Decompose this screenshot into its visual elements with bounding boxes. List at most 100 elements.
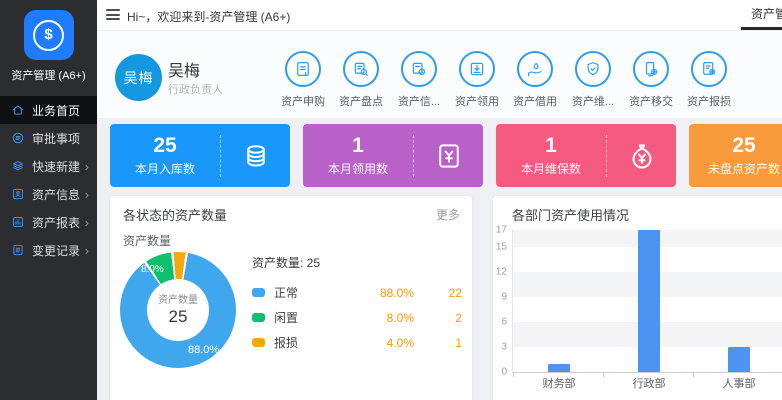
legend-percent: 4.0% bbox=[360, 336, 414, 350]
welcome-text: Hi~，欢迎来到-资产管理 (A6+) bbox=[127, 8, 290, 25]
legend-name: 正常 bbox=[274, 284, 298, 301]
brand-logo-icon: $ bbox=[24, 10, 74, 60]
donut-chart: 8.0% 88.0% 资产数量 25 bbox=[120, 252, 236, 368]
donut-center: 资产数量 25 bbox=[147, 279, 209, 341]
quick-action-label: 资产借用 bbox=[506, 93, 564, 109]
stat-card-value: 1 bbox=[303, 134, 413, 157]
legend-swatch bbox=[252, 313, 265, 322]
chevron-right-icon: › bbox=[85, 160, 89, 173]
asset-info-icon bbox=[11, 187, 25, 201]
x-axis-label: 人事部 bbox=[723, 375, 756, 391]
sidebar-item-label: 资产报表 bbox=[32, 214, 80, 231]
quick-create-icon bbox=[11, 159, 25, 173]
sidebar-item-0[interactable]: 业务首页 bbox=[0, 96, 97, 124]
sidebar-item-4[interactable]: 资产报表 › bbox=[0, 208, 97, 236]
sidebar-item-label: 资产信息 bbox=[32, 186, 80, 203]
brand-title: 资产管理 (A6+) bbox=[0, 67, 97, 83]
tab-asset-management[interactable]: 资产管理 bbox=[741, 0, 782, 30]
quick-action-6[interactable]: 资产移交 bbox=[622, 51, 680, 109]
legend-count: 1 bbox=[414, 336, 462, 350]
user-role: 行政负责人 bbox=[168, 81, 223, 97]
sidebar-item-label: 变更记录 bbox=[32, 242, 80, 259]
quick-action-label: 资产移交 bbox=[622, 93, 680, 109]
x-axis-label: 财务部 bbox=[543, 375, 576, 391]
coins-icon bbox=[241, 141, 271, 171]
asset-status-panel: 各状态的资产数量 更多 资产数量 8.0% 88.0% 资产数量 25 资产数量… bbox=[110, 196, 472, 400]
quick-action-5[interactable]: 资产维... bbox=[564, 51, 622, 109]
chevron-right-icon: › bbox=[85, 188, 89, 201]
dollar-icon: $ bbox=[33, 20, 64, 51]
home-icon bbox=[11, 103, 25, 117]
hamburger-icon[interactable] bbox=[106, 9, 120, 20]
y-axis-tick-label: 3 bbox=[501, 341, 507, 352]
inventory-icon bbox=[352, 60, 370, 78]
quick-action-1[interactable]: 资产盘点 bbox=[332, 51, 390, 109]
sidebar-item-1[interactable]: 审批事项 bbox=[0, 124, 97, 152]
more-link[interactable]: 更多 bbox=[436, 206, 460, 223]
legend-percent: 8.0% bbox=[360, 311, 414, 325]
quick-action-3[interactable]: 资产领用 bbox=[448, 51, 506, 109]
legend-name: 闲置 bbox=[274, 309, 298, 326]
dept-usage-panel: 各部门资产使用情况 0369121517 财务部行政部人事部 bbox=[493, 196, 782, 400]
y-axis-tick-label: 6 bbox=[501, 316, 507, 327]
quick-action-label: 资产报损 bbox=[680, 93, 738, 109]
asset-report-icon bbox=[11, 215, 25, 229]
bar-行政部 bbox=[638, 230, 660, 372]
sidebar-item-3[interactable]: 资产信息 › bbox=[0, 180, 97, 208]
legend-row-0: 正常 88.0% 22 bbox=[252, 280, 462, 305]
brand: $ 资产管理 (A6+) bbox=[0, 0, 97, 83]
legend-swatch bbox=[252, 338, 265, 347]
topbar: Hi~，欢迎来到-资产管理 (A6+) 资产管理 bbox=[97, 0, 782, 31]
chevron-right-icon: › bbox=[85, 244, 89, 257]
sidebar-item-5[interactable]: 变更记录 › bbox=[0, 236, 97, 264]
app-root: $ 资产管理 (A6+) 业务首页 审批事项 快速新建 › 资产信息 › 资产报… bbox=[0, 0, 782, 400]
panel-subtitle: 资产数量 bbox=[123, 232, 171, 249]
legend-row-1: 闲置 8.0% 2 bbox=[252, 305, 462, 330]
bar-财务部 bbox=[548, 364, 570, 372]
quick-action-label: 资产盘点 bbox=[332, 93, 390, 109]
x-axis-tick bbox=[603, 372, 604, 377]
y-axis-tick-label: 12 bbox=[496, 266, 507, 277]
quick-action-7[interactable]: 资产报损 bbox=[680, 51, 738, 109]
donut-center-value: 25 bbox=[147, 307, 209, 327]
bar-人事部 bbox=[728, 347, 750, 372]
y-axis-tick-label: 15 bbox=[496, 241, 507, 252]
x-axis-tick bbox=[693, 372, 694, 377]
clipboard-yen-icon bbox=[434, 141, 464, 171]
quick-action-4[interactable]: 资产借用 bbox=[506, 51, 564, 109]
stat-card-value: 25 bbox=[110, 134, 220, 157]
sidebar-item-label: 业务首页 bbox=[32, 102, 80, 119]
donut-slice-label: 8.0% bbox=[141, 264, 164, 275]
x-axis-label: 行政部 bbox=[633, 375, 666, 391]
damage-icon bbox=[700, 60, 718, 78]
legend-count: 22 bbox=[414, 286, 462, 300]
stat-card-label: 本月入库数 bbox=[110, 160, 220, 177]
y-axis-tick-label: 17 bbox=[496, 225, 507, 236]
y-axis-labels: 0369121517 bbox=[493, 230, 509, 372]
stat-card-label: 未盘点资产数 bbox=[689, 160, 782, 177]
y-axis-tick-label: 9 bbox=[501, 291, 507, 302]
sidebar-menu: 业务首页 审批事项 快速新建 › 资产信息 › 资产报表 › 变更记录 › bbox=[0, 96, 97, 264]
quick-action-2[interactable]: 资产信... bbox=[390, 51, 448, 109]
stat-card-1: 1 本月领用数 bbox=[303, 124, 483, 187]
approval-icon bbox=[11, 131, 25, 145]
quick-action-0[interactable]: 资产申购 bbox=[274, 51, 332, 109]
x-axis-tick bbox=[513, 372, 514, 377]
shield-icon bbox=[584, 60, 602, 78]
legend-swatch bbox=[252, 288, 265, 297]
user-strip: 吴梅 吴梅 行政负责人 资产申购 资产盘点 资产信... 资产领用 资产借用 资… bbox=[97, 30, 782, 118]
quick-action-label: 资产信... bbox=[390, 93, 448, 109]
money-bag-icon bbox=[627, 141, 657, 171]
transfer-icon bbox=[642, 60, 660, 78]
panel-title: 各部门资产使用情况 bbox=[512, 205, 629, 224]
stat-cards: 25 本月入库数 1 本月领用数 1 本月维保数 25 未盘点资产数 bbox=[110, 124, 782, 187]
quick-action-label: 资产申购 bbox=[274, 93, 332, 109]
sidebar-item-label: 快速新建 bbox=[32, 158, 80, 175]
legend-name: 报损 bbox=[274, 334, 298, 351]
avatar: 吴梅 bbox=[115, 54, 162, 101]
sidebar-item-2[interactable]: 快速新建 › bbox=[0, 152, 97, 180]
quick-action-label: 资产领用 bbox=[448, 93, 506, 109]
stat-card-value: 25 bbox=[689, 134, 782, 157]
donut-legend: 资产数量: 25 正常 88.0% 22 闲置 8.0% 2 报损 4.0% 1 bbox=[252, 254, 462, 355]
stat-card-value: 1 bbox=[496, 134, 606, 157]
